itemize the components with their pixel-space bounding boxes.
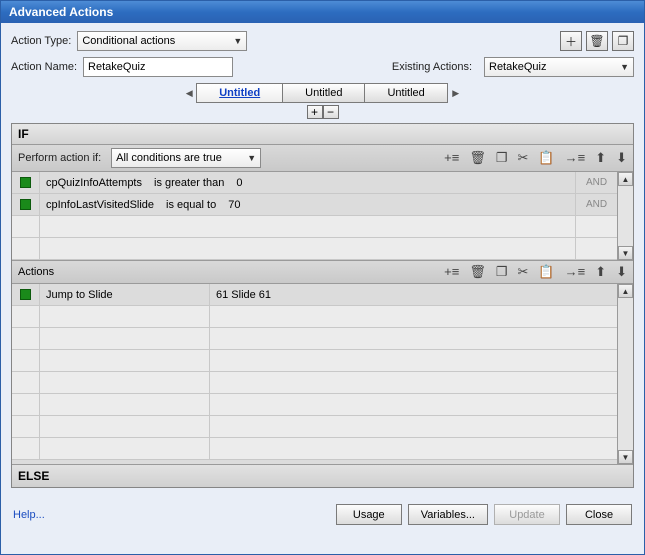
perform-if-value: All conditions are true bbox=[116, 152, 222, 164]
add-row-icon[interactable]: +≡ bbox=[444, 150, 459, 166]
chevron-down-icon: ▼ bbox=[620, 62, 629, 72]
copy-row-icon[interactable]: ❐ bbox=[496, 264, 508, 280]
add-decision-button[interactable]: + bbox=[307, 105, 323, 119]
condition-variable: cpInfoLastVisitedSlide bbox=[46, 199, 154, 211]
empty-row[interactable] bbox=[12, 394, 617, 416]
action-row-target[interactable]: 61 Slide 61 bbox=[210, 289, 617, 301]
condition-operator: is equal to bbox=[166, 199, 216, 211]
add-action-button[interactable]: ＋ bbox=[560, 31, 582, 51]
actions-header: Actions bbox=[18, 266, 54, 278]
row-status-icon bbox=[20, 289, 31, 300]
scroll-down-icon[interactable]: ▼ bbox=[618, 246, 633, 260]
existing-actions-select[interactable]: RetakeQuiz ▼ bbox=[484, 57, 634, 77]
perform-if-select[interactable]: All conditions are true ▼ bbox=[111, 148, 261, 168]
condition-row[interactable]: cpInfoLastVisitedSlide is equal to 70 bbox=[40, 199, 575, 211]
condition-connector[interactable]: AND bbox=[575, 172, 617, 193]
insert-row-icon[interactable]: →≡ bbox=[565, 264, 586, 280]
action-row-action[interactable]: Jump to Slide bbox=[40, 284, 210, 305]
move-up-icon[interactable]: ⬆ bbox=[595, 264, 606, 280]
paste-row-icon[interactable]: 📋 bbox=[538, 150, 554, 166]
condition-variable: cpQuizInfoAttempts bbox=[46, 177, 142, 189]
help-link[interactable]: Help... bbox=[13, 509, 45, 521]
actions-scrollbar[interactable]: ▲ ▼ bbox=[617, 284, 633, 464]
perform-if-label: Perform action if: bbox=[18, 152, 101, 164]
else-header[interactable]: ELSE bbox=[12, 464, 633, 487]
row-status-icon bbox=[20, 177, 31, 188]
empty-row[interactable] bbox=[12, 372, 617, 394]
insert-row-icon[interactable]: →≡ bbox=[565, 150, 586, 166]
update-button[interactable]: Update bbox=[494, 504, 560, 525]
scroll-up-icon[interactable]: ▲ bbox=[618, 172, 633, 186]
cut-row-icon[interactable]: ✂ bbox=[518, 264, 529, 280]
condition-value: 70 bbox=[228, 199, 240, 211]
empty-row[interactable] bbox=[12, 306, 617, 328]
cut-row-icon[interactable]: ✂ bbox=[518, 150, 529, 166]
remove-decision-button[interactable]: − bbox=[323, 105, 339, 119]
if-header: IF bbox=[12, 124, 633, 145]
condition-operator: is greater than bbox=[154, 177, 224, 189]
action-name-input[interactable]: RetakeQuiz bbox=[83, 57, 233, 77]
conditions-scrollbar[interactable]: ▲ ▼ bbox=[617, 172, 633, 260]
tab-next-button[interactable]: ▶ bbox=[448, 83, 464, 103]
empty-row[interactable] bbox=[12, 438, 617, 460]
scroll-up-icon[interactable]: ▲ bbox=[618, 284, 633, 298]
usage-button[interactable]: Usage bbox=[336, 504, 402, 525]
action-type-value: Conditional actions bbox=[82, 35, 175, 47]
tab-item[interactable]: Untitled bbox=[196, 83, 283, 103]
move-up-icon[interactable]: ⬆ bbox=[595, 150, 606, 166]
delete-row-icon[interactable]: 🗑 bbox=[469, 150, 486, 166]
empty-row[interactable] bbox=[12, 416, 617, 438]
move-down-icon[interactable]: ⬇ bbox=[616, 150, 627, 166]
paste-row-icon[interactable]: 📋 bbox=[538, 264, 554, 280]
window-title: Advanced Actions bbox=[1, 1, 644, 23]
delete-row-icon[interactable]: 🗑 bbox=[469, 264, 486, 280]
empty-row[interactable] bbox=[12, 350, 617, 372]
decision-tabs: ◀ Untitled Untitled Untitled ▶ bbox=[11, 83, 634, 103]
add-row-icon[interactable]: +≡ bbox=[444, 264, 459, 280]
empty-row[interactable] bbox=[12, 238, 617, 260]
action-type-select[interactable]: Conditional actions ▼ bbox=[77, 31, 247, 51]
existing-actions-value: RetakeQuiz bbox=[489, 61, 546, 73]
duplicate-action-button[interactable]: ❐ bbox=[612, 31, 634, 51]
empty-row[interactable] bbox=[12, 328, 617, 350]
condition-value: 0 bbox=[236, 177, 242, 189]
tab-item[interactable]: Untitled bbox=[282, 83, 365, 103]
existing-actions-label: Existing Actions: bbox=[392, 61, 472, 73]
action-type-label: Action Type: bbox=[11, 35, 71, 47]
scroll-down-icon[interactable]: ▼ bbox=[618, 450, 633, 464]
tab-prev-button[interactable]: ◀ bbox=[181, 83, 197, 103]
move-down-icon[interactable]: ⬇ bbox=[616, 264, 627, 280]
action-name-label: Action Name: bbox=[11, 61, 77, 73]
condition-row[interactable]: cpQuizInfoAttempts is greater than 0 bbox=[40, 177, 575, 189]
copy-row-icon[interactable]: ❐ bbox=[496, 150, 508, 166]
condition-connector[interactable]: AND bbox=[575, 194, 617, 215]
variables-button[interactable]: Variables... bbox=[408, 504, 488, 525]
action-name-value: RetakeQuiz bbox=[88, 61, 145, 73]
tab-item[interactable]: Untitled bbox=[364, 83, 447, 103]
chevron-down-icon: ▼ bbox=[233, 36, 242, 46]
chevron-down-icon: ▼ bbox=[247, 153, 256, 163]
row-status-icon bbox=[20, 199, 31, 210]
empty-row[interactable] bbox=[12, 216, 617, 238]
close-button[interactable]: Close bbox=[566, 504, 632, 525]
delete-action-button[interactable]: 🗑 bbox=[586, 31, 608, 51]
